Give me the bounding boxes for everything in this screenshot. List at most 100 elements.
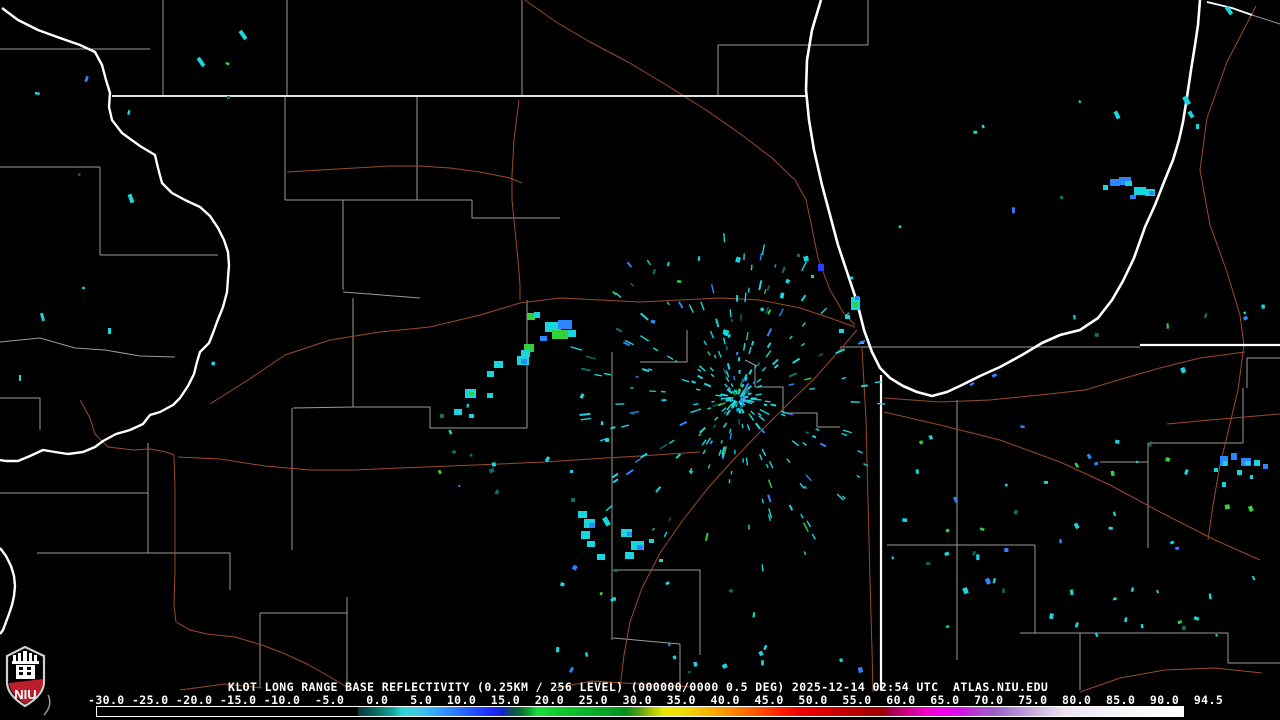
radar-scatter-echo	[585, 652, 589, 657]
radar-scatter-echo	[1203, 312, 1208, 319]
radar-clutter-echo	[580, 417, 592, 421]
radar-clutter-echo	[803, 485, 807, 490]
radar-scatter-echo	[969, 381, 975, 387]
radar-clutter-echo	[757, 412, 762, 417]
radar-clutter-echo	[800, 342, 806, 347]
radar-clutter-echo	[709, 440, 714, 445]
radar-clutter-echo	[727, 396, 734, 399]
radar-echo-blob	[1134, 187, 1146, 195]
radar-clutter-echo	[570, 346, 583, 351]
radar-clutter-echo	[615, 327, 623, 333]
radar-scatter-echo	[984, 577, 992, 585]
radar-clutter-echo	[723, 233, 726, 243]
radar-clutter-echo	[730, 318, 733, 323]
radar-clutter-echo	[841, 377, 847, 380]
radar-scatter-echo	[1073, 314, 1076, 320]
radar-clutter-echo	[725, 376, 730, 383]
radar-clutter-echo	[698, 433, 702, 437]
radar-clutter-echo	[819, 442, 827, 448]
radar-scatter-echo	[611, 596, 617, 602]
radar-clutter-echo	[766, 285, 770, 292]
radar-echo-blob	[568, 330, 576, 337]
radar-clutter-echo	[743, 253, 745, 260]
radar-scatter-echo	[1181, 625, 1187, 631]
radar-echo-blob	[487, 371, 494, 377]
road-line	[883, 411, 1261, 561]
radar-clutter-echo	[756, 362, 761, 367]
radar-clutter-echo	[615, 292, 622, 299]
radar-clutter-echo	[781, 410, 789, 415]
radar-scatter-echo	[688, 671, 691, 674]
radar-echo-blob	[1254, 460, 1260, 466]
radar-clutter-echo	[741, 423, 744, 429]
radar-echo-blob	[1196, 124, 1199, 129]
radar-clutter-echo	[641, 368, 650, 373]
radar-clutter-echo	[718, 449, 722, 456]
radar-scatter-echo	[1175, 546, 1180, 550]
radar-scatter-echo	[945, 625, 950, 629]
radar-clutter-echo	[740, 397, 746, 400]
radar-scatter-echo	[944, 551, 950, 557]
radar-echo-blob	[1125, 181, 1132, 186]
radar-echo-blob	[649, 539, 654, 543]
radar-clutter-echo	[612, 478, 619, 484]
radar-clutter-echo	[652, 527, 655, 531]
radar-echo-blob	[1182, 95, 1191, 106]
radar-clutter-echo	[809, 387, 815, 390]
radar-echo-blob	[1113, 110, 1121, 120]
radar-clutter-echo	[666, 301, 670, 306]
niu-logo-text: NIU	[14, 687, 36, 702]
radar-clutter-echo	[615, 403, 625, 406]
radar-scatter-echo	[672, 655, 677, 660]
radar-echo-blob	[1060, 196, 1063, 199]
radar-clutter-echo	[749, 415, 755, 421]
county-line	[1020, 632, 1280, 664]
radar-clutter-echo	[594, 373, 602, 377]
radar-scatter-echo	[82, 286, 85, 290]
radar-clutter-echo	[693, 403, 699, 406]
radar-clutter-echo	[850, 401, 860, 403]
radar-clutter-echo	[652, 347, 659, 352]
radar-clutter-echo	[766, 328, 773, 337]
radar-scatter-echo	[1193, 616, 1200, 621]
radar-echo-blob	[811, 275, 814, 278]
radar-scatter-echo	[693, 661, 698, 667]
radar-scatter-echo	[1110, 470, 1115, 477]
radar-clutter-echo	[724, 383, 728, 388]
radar-echo-blob	[527, 313, 535, 320]
radar-echo-blob	[571, 498, 575, 502]
radar-clutter-echo	[770, 403, 777, 407]
radar-echo-blob	[1223, 461, 1227, 466]
radar-clutter-echo	[800, 294, 807, 302]
radar-echo-blob	[108, 328, 111, 334]
radar-scatter-echo	[1002, 588, 1005, 594]
shield-swoosh	[43, 694, 51, 716]
radar-clutter-echo	[634, 458, 642, 463]
county-line	[0, 397, 41, 430]
radar-clutter-echo	[736, 294, 739, 302]
radar-clutter-echo	[788, 383, 795, 387]
radar-clutter-echo	[585, 355, 596, 360]
radar-scatter-echo	[925, 562, 931, 565]
radar-clutter-echo	[707, 351, 711, 356]
radar-clutter-echo	[774, 264, 777, 268]
radar-echo-blob	[558, 320, 572, 329]
radar-clutter-echo	[660, 390, 666, 393]
radar-clutter-echo	[696, 408, 702, 411]
road-line	[286, 165, 523, 184]
radar-clutter-echo	[703, 382, 712, 388]
radar-scatter-echo	[992, 578, 997, 584]
radar-scatter-echo	[211, 361, 216, 366]
radar-scatter-echo	[1093, 461, 1099, 466]
radar-echo-blob	[581, 531, 590, 539]
radar-scatter-echo	[763, 644, 768, 651]
radar-clutter-echo	[788, 372, 798, 378]
radar-scatter-echo	[1247, 505, 1254, 513]
radar-clutter-echo	[765, 350, 772, 358]
radar-clutter-echo	[768, 461, 774, 469]
radar-clutter-echo	[751, 340, 755, 346]
radar-scatter-echo	[448, 429, 453, 435]
radar-scatter-echo	[1148, 441, 1153, 447]
radar-scatter-echo	[127, 109, 131, 116]
radar-scatter-echo	[1156, 589, 1160, 594]
